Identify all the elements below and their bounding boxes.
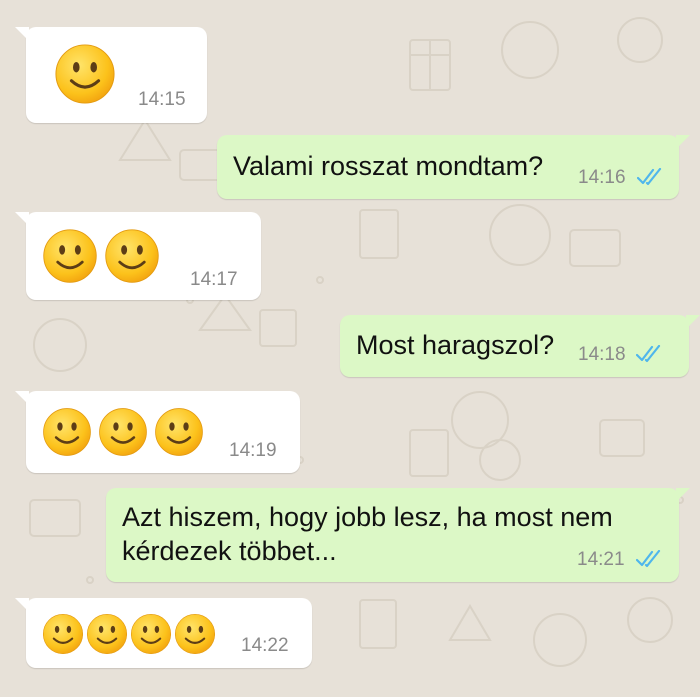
emoji-row: [42, 407, 204, 457]
message-bubble-incoming[interactable]: 14:19: [15, 391, 300, 473]
message-time: 14:19: [229, 440, 277, 461]
message-time: 14:22: [241, 635, 289, 656]
message-bubble-incoming[interactable]: 14:17: [15, 212, 261, 300]
message-time: 14:16: [578, 167, 626, 188]
emoji-row: [54, 43, 116, 105]
slightly-smiling-face-icon: [54, 43, 116, 105]
message-time: 14:21: [577, 549, 625, 570]
slightly-smiling-face-icon: [174, 613, 216, 655]
message-text: Valami rosszat mondtam?: [233, 151, 544, 181]
slightly-smiling-face-icon: [86, 613, 128, 655]
slightly-smiling-face-icon: [42, 407, 92, 457]
read-receipt-icon: [636, 345, 661, 363]
message-bubble-incoming[interactable]: 14:15: [15, 27, 207, 123]
message-bubble-outgoing[interactable]: Most haragszol? 14:18: [340, 315, 700, 377]
message-bubble-outgoing[interactable]: Azt hiszem, hogy jobb lesz, ha most nem …: [106, 488, 690, 582]
slightly-smiling-face-icon: [130, 613, 172, 655]
message-text: Most haragszol?: [356, 330, 555, 360]
message-time: 14:18: [578, 344, 626, 365]
slightly-smiling-face-icon: [98, 407, 148, 457]
slightly-smiling-face-icon: [42, 613, 84, 655]
message-bubble-incoming[interactable]: 14:22: [15, 598, 312, 668]
read-receipt-icon: [636, 550, 661, 568]
slightly-smiling-face-icon: [104, 228, 160, 284]
emoji-row: [42, 228, 160, 284]
message-text: Azt hiszem, hogy jobb lesz, ha most nem …: [122, 502, 613, 566]
read-receipt-icon: [637, 168, 662, 186]
message-time: 14:17: [190, 269, 238, 290]
slightly-smiling-face-icon: [42, 228, 98, 284]
slightly-smiling-face-icon: [154, 407, 204, 457]
message-time: 14:15: [138, 89, 186, 110]
message-bubble-outgoing[interactable]: Valami rosszat mondtam? 14:16: [217, 135, 690, 199]
emoji-row: [42, 613, 216, 655]
